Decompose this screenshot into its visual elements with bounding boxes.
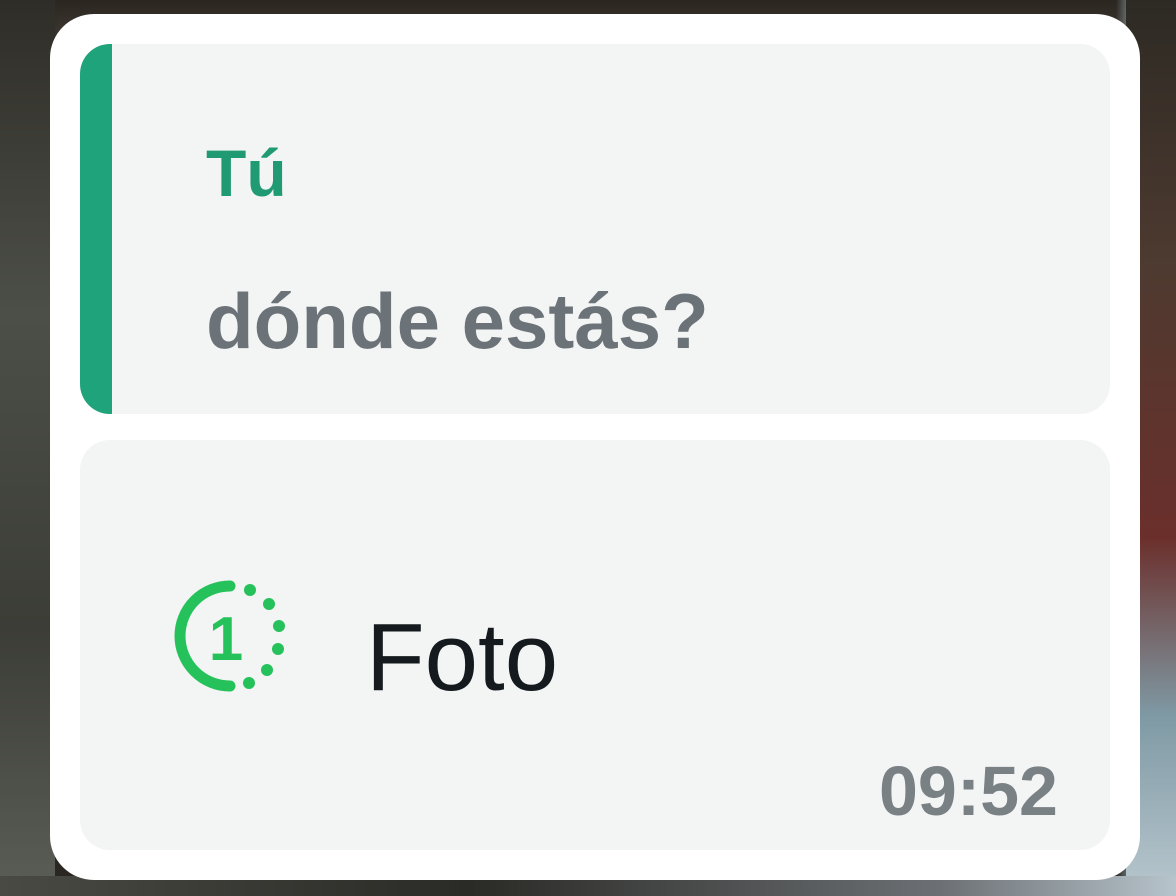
quoted-reply[interactable]: Tú dónde estás? <box>80 44 1110 414</box>
quoted-author: Tú <box>206 136 287 210</box>
view-once-icon[interactable]: 1 <box>166 572 294 700</box>
message-text: Foto <box>366 604 559 711</box>
quote-accent-bar <box>80 44 112 414</box>
view-once-photo-message[interactable]: 1 Foto 09:52 <box>80 440 1110 850</box>
message-timestamp: 09:52 <box>878 752 1058 830</box>
background-photo-left <box>0 0 55 896</box>
quoted-message-text: dónde estás? <box>206 277 709 365</box>
message-bubble[interactable]: Tú dónde estás? 1 Foto 09:52 <box>50 14 1140 880</box>
view-once-icon-label: 1 <box>209 605 243 674</box>
